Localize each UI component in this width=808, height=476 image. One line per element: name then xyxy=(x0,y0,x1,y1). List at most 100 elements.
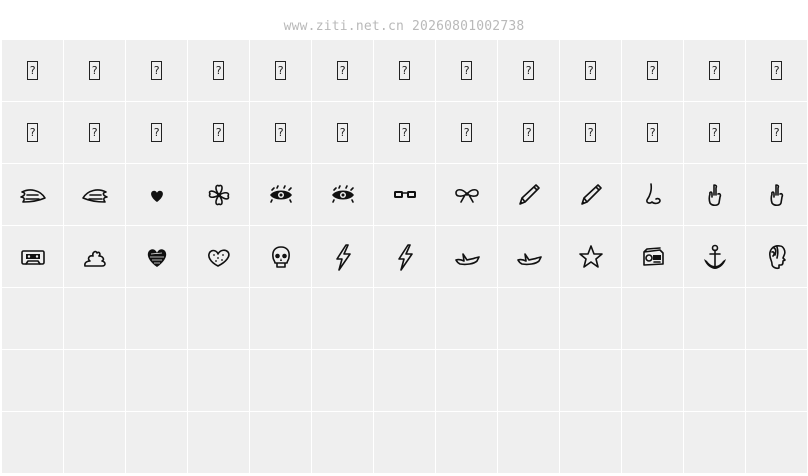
bow-tie-icon xyxy=(454,188,479,203)
empty-glyph-cell xyxy=(622,350,683,411)
missing-glyph-box: ? xyxy=(709,123,720,142)
nose-icon xyxy=(645,182,661,204)
empty-glyph-cell xyxy=(64,288,125,349)
missing-glyph-box: ? xyxy=(27,123,38,142)
empty-glyph-cell xyxy=(560,288,621,349)
empty-glyph-cell xyxy=(374,412,435,473)
missing-glyph-box: ? xyxy=(461,123,472,142)
glyph-cell: ? xyxy=(436,102,497,163)
glyph-cell xyxy=(374,226,435,287)
missing-glyph-box: ? xyxy=(213,61,224,80)
glyph-cell xyxy=(126,164,187,225)
missing-glyph-box: ? xyxy=(337,123,348,142)
glyph-cell xyxy=(250,164,311,225)
wing-left-icon xyxy=(19,188,46,203)
radio-icon xyxy=(642,246,664,266)
glyph-cell: ? xyxy=(746,40,807,101)
empty-glyph-cell xyxy=(250,288,311,349)
bird-icon xyxy=(516,252,542,265)
wing-right-icon xyxy=(81,188,108,203)
lightning-icon xyxy=(397,243,413,271)
empty-glyph-cell xyxy=(374,350,435,411)
star-icon xyxy=(578,244,603,268)
glyph-cell xyxy=(746,164,807,225)
glyph-cell xyxy=(622,226,683,287)
missing-glyph-box: ? xyxy=(523,61,534,80)
glyph-cell xyxy=(188,226,249,287)
empty-glyph-cell xyxy=(126,288,187,349)
missing-glyph-box: ? xyxy=(399,61,410,80)
missing-glyph-box: ? xyxy=(213,123,224,142)
flower-icon xyxy=(208,184,229,205)
glyph-cell: ? xyxy=(2,40,63,101)
glyph-cell: ? xyxy=(436,40,497,101)
empty-glyph-cell xyxy=(746,288,807,349)
empty-glyph-cell xyxy=(126,350,187,411)
eye-icon xyxy=(269,184,292,203)
watermark-text: www.ziti.net.cn 20260801002738 xyxy=(283,19,525,34)
glyph-cell: ? xyxy=(312,40,373,101)
missing-glyph-box: ? xyxy=(709,61,720,80)
empty-glyph-cell xyxy=(126,412,187,473)
glyph-cell xyxy=(312,164,373,225)
glasses-icon xyxy=(393,190,416,198)
glyph-cell: ? xyxy=(188,40,249,101)
swirl-icon xyxy=(83,250,106,267)
pencil-icon xyxy=(580,183,602,205)
empty-glyph-cell xyxy=(560,350,621,411)
empty-glyph-cell xyxy=(312,412,373,473)
glyph-cell: ? xyxy=(188,102,249,163)
empty-glyph-cell xyxy=(684,350,745,411)
glyph-cell: ? xyxy=(126,40,187,101)
bird-icon xyxy=(454,252,480,265)
glyph-cell xyxy=(560,226,621,287)
pencil-icon xyxy=(518,183,540,205)
anchor-icon xyxy=(703,244,726,269)
empty-glyph-cell xyxy=(64,412,125,473)
glyph-cell xyxy=(64,164,125,225)
glyph-cell xyxy=(498,226,559,287)
missing-glyph-box: ? xyxy=(585,61,596,80)
skull-icon xyxy=(271,245,290,268)
empty-glyph-cell xyxy=(498,288,559,349)
glyph-cell: ? xyxy=(312,102,373,163)
header: www.ziti.net.cn 20260801002738 xyxy=(0,0,808,40)
missing-glyph-box: ? xyxy=(523,123,534,142)
glyph-cell xyxy=(622,164,683,225)
missing-glyph-box: ? xyxy=(647,123,658,142)
glyph-cell: ? xyxy=(746,102,807,163)
glyph-cell xyxy=(312,226,373,287)
glyph-cell xyxy=(436,164,497,225)
missing-glyph-box: ? xyxy=(461,61,472,80)
empty-glyph-cell xyxy=(746,350,807,411)
empty-glyph-cell xyxy=(2,350,63,411)
empty-glyph-cell xyxy=(2,412,63,473)
empty-glyph-cell xyxy=(2,288,63,349)
empty-glyph-cell xyxy=(188,412,249,473)
glyph-cell: ? xyxy=(126,102,187,163)
empty-glyph-cell xyxy=(188,350,249,411)
glyph-cell xyxy=(684,164,745,225)
face-profile-icon xyxy=(768,244,786,269)
empty-glyph-cell xyxy=(622,412,683,473)
glyph-cell xyxy=(2,164,63,225)
missing-glyph-box: ? xyxy=(151,61,162,80)
missing-glyph-box: ? xyxy=(771,61,782,80)
glyph-cell xyxy=(684,226,745,287)
scribble-heart-icon xyxy=(147,248,166,267)
glyph-cell: ? xyxy=(498,102,559,163)
empty-glyph-cell xyxy=(746,412,807,473)
empty-glyph-cell xyxy=(64,350,125,411)
missing-glyph-box: ? xyxy=(771,123,782,142)
empty-glyph-cell xyxy=(312,350,373,411)
glyph-cell xyxy=(436,226,497,287)
missing-glyph-box: ? xyxy=(647,61,658,80)
lightning-icon xyxy=(335,243,351,271)
empty-glyph-cell xyxy=(684,412,745,473)
empty-glyph-cell xyxy=(560,412,621,473)
glyph-cell xyxy=(188,164,249,225)
empty-glyph-cell xyxy=(374,288,435,349)
empty-glyph-cell xyxy=(436,412,497,473)
hand-gesture-icon xyxy=(707,183,721,206)
empty-glyph-cell xyxy=(250,350,311,411)
